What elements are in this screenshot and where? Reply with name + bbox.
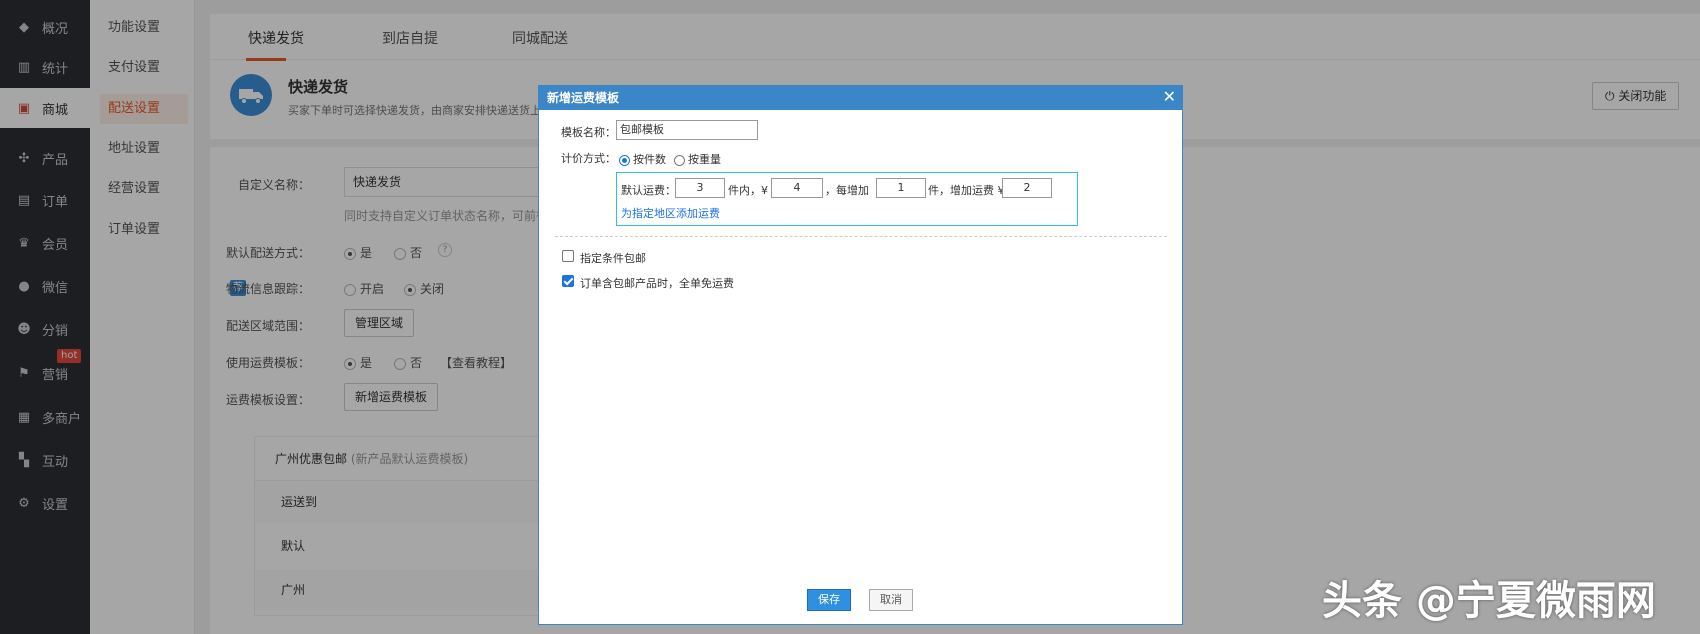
order-free-checkbox[interactable] [562, 275, 574, 287]
by-weight-label: 按重量 [688, 153, 721, 166]
template-name-input[interactable]: 包邮模板 [616, 120, 758, 140]
conditional-free-label: 指定条件包邮 [580, 252, 646, 265]
add-fee-input[interactable]: 2 [1002, 178, 1052, 198]
add-count-input[interactable]: 1 [876, 178, 926, 198]
watermark: 头条 @宁夏微雨网 [1322, 578, 1656, 624]
close-icon[interactable]: ✕ [1163, 86, 1176, 108]
radio-icon [619, 154, 630, 166]
template-name-label: 模板名称： [561, 126, 616, 139]
dialog-header: 新增运费模板 ✕ [539, 86, 1182, 110]
each-add-label: ，每增加 [825, 184, 869, 197]
new-template-dialog: 新增运费模板 ✕ 模板名称： 包邮模板 计价方式： 按件数 按重量 默认运费： … [538, 85, 1183, 625]
order-free-label: 订单含包邮产品时，全单免运费 [580, 277, 734, 290]
save-button[interactable]: 保存 [807, 589, 851, 611]
by-count-label: 按件数 [633, 153, 666, 166]
pricing-label: 计价方式： [561, 152, 616, 165]
add-area-fee-link[interactable]: 为指定地区添加运费 [621, 205, 720, 221]
dialog-title: 新增运费模板 [547, 91, 620, 105]
divider [555, 236, 1167, 237]
add-unit-label: 件，增加运费 ¥ [928, 184, 1005, 197]
conditional-free-checkbox[interactable] [562, 250, 574, 262]
cancel-button[interactable]: 取消 [869, 589, 913, 611]
by-weight-radio[interactable]: 按重量 [674, 151, 721, 167]
first-count-input[interactable]: 3 [675, 178, 725, 198]
first-fee-input[interactable]: 4 [771, 178, 823, 198]
within-label: 件内，¥ [728, 184, 768, 197]
radio-icon [674, 154, 685, 166]
by-count-radio[interactable]: 按件数 [619, 151, 666, 167]
default-fee-label: 默认运费： [621, 184, 676, 197]
